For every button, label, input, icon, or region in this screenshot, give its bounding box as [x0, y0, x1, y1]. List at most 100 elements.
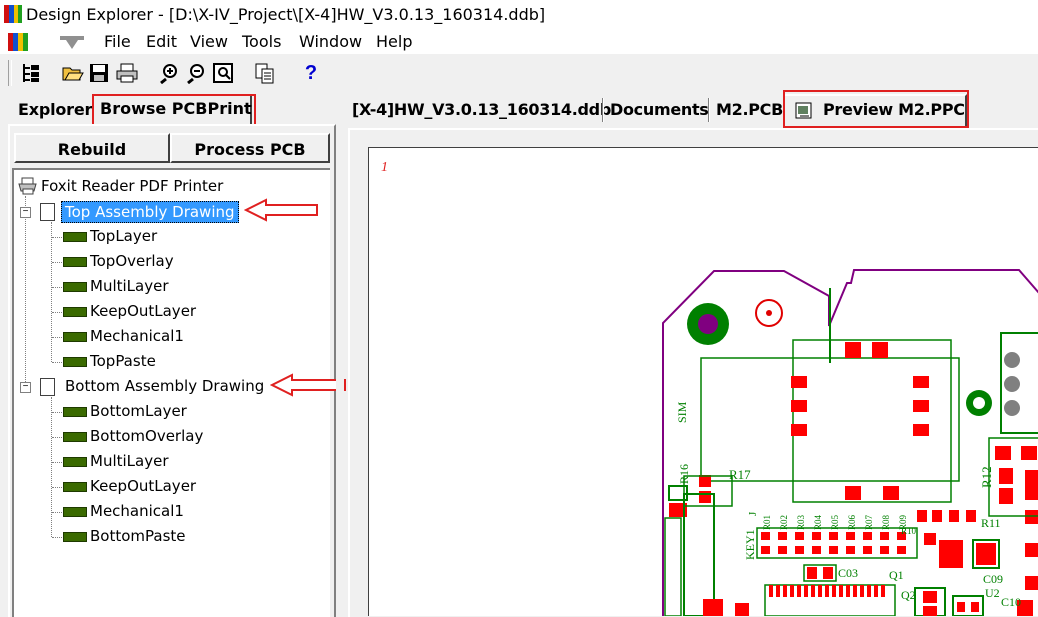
title-bar: Design Explorer - [D:\X-IV_Project\[X-4]…	[0, 0, 1038, 30]
preview-page[interactable]: 1 SIM R16 R17 R12 R11 R10 KEY1 J C03 C09…	[368, 147, 1038, 616]
tree-printer-label[interactable]: Foxit Reader PDF Printer	[41, 177, 223, 195]
menu-file[interactable]: File	[104, 32, 131, 51]
pad	[999, 468, 1013, 484]
silk-label: R09	[898, 514, 908, 530]
layer-icon	[63, 357, 87, 367]
pad	[845, 486, 861, 500]
layer-icon	[63, 282, 87, 292]
zoom-in-icon[interactable]	[158, 62, 180, 85]
layer-icon	[63, 307, 87, 317]
preview-doc-icon	[795, 102, 813, 120]
layer-icon	[63, 232, 87, 242]
tab-documents[interactable]: Documents	[610, 100, 709, 119]
print-icon[interactable]	[116, 62, 138, 84]
copy-icon[interactable]	[254, 62, 276, 84]
document-page-icon	[40, 203, 55, 221]
pcb-drawing	[662, 269, 1038, 616]
tab-documents-label: Documents	[610, 100, 709, 119]
rebuild-button[interactable]: Rebuild	[14, 133, 170, 163]
tab-m2-pcb-label: M2.PCB	[716, 100, 783, 119]
document-icon[interactable]	[8, 33, 28, 51]
process-pcb-button[interactable]: Process PCB	[170, 133, 330, 163]
tab-m2-pcb[interactable]: M2.PCB	[716, 100, 783, 119]
pad	[823, 567, 833, 579]
silk-label: R01	[762, 514, 772, 530]
tree-group-bottom-assembly[interactable]: Bottom Assembly Drawing	[65, 377, 264, 395]
tree-group-top-assembly[interactable]: Top Assembly Drawing	[61, 201, 239, 223]
pad	[699, 491, 711, 503]
pad	[845, 342, 861, 358]
silk-label: R16	[677, 463, 691, 484]
open-folder-icon[interactable]	[62, 62, 84, 84]
zoom-out-icon[interactable]	[185, 62, 207, 85]
pad	[791, 376, 807, 388]
arrow-down-icon[interactable]	[58, 36, 86, 50]
tree-layer-item[interactable]: BottomOverlay	[90, 427, 203, 445]
pad	[939, 540, 963, 568]
tab-preview-m2-ppc[interactable]: Preview M2.PPC	[783, 94, 967, 126]
menu-view-label: View	[190, 32, 228, 51]
tab-divider	[602, 98, 604, 122]
pad	[971, 602, 979, 612]
expand-bottom-group-icon[interactable]: −	[20, 382, 31, 393]
silk-label: R02	[779, 514, 789, 530]
layer-icon	[63, 507, 87, 517]
tree-layer-item[interactable]: KeepOutLayer	[90, 477, 196, 495]
pad	[703, 599, 723, 616]
pad	[966, 510, 976, 522]
process-pcb-button-label: Process PCB	[194, 140, 306, 159]
tree-layer-item[interactable]: Mechanical1	[90, 327, 184, 345]
pad	[949, 510, 959, 522]
menu-help[interactable]: Help	[376, 32, 412, 51]
menu-view[interactable]: View	[190, 32, 228, 51]
resistor-pads	[761, 532, 906, 554]
menu-window[interactable]: Window	[299, 32, 362, 51]
layer-icon	[63, 532, 87, 542]
help-icon[interactable]: ?	[300, 62, 322, 84]
tree-layer-item[interactable]: TopOverlay	[90, 252, 174, 270]
layer-icon	[63, 257, 87, 267]
zoom-fit-icon[interactable]	[212, 62, 234, 84]
help-icon-label: ?	[304, 62, 318, 84]
pad	[917, 510, 927, 522]
tree-layer-item[interactable]: MultiLayer	[90, 452, 169, 470]
window-title: Design Explorer - [D:\X-IV_Project\[X-4]…	[26, 5, 546, 24]
splitter[interactable]	[336, 92, 344, 615]
app-icon[interactable]	[4, 5, 22, 23]
silk-label: Q1	[889, 568, 904, 582]
menu-edit[interactable]: Edit	[146, 32, 177, 51]
pcbprint-tree: Foxit Reader PDF Printer − Top Assembly …	[12, 168, 346, 617]
tree-layer-item[interactable]: BottomPaste	[90, 527, 186, 545]
layer-icon	[63, 482, 87, 492]
menu-bar: File Edit View Tools Window Help	[0, 30, 1038, 54]
target-hole-center	[766, 310, 772, 316]
rebuild-button-label: Rebuild	[57, 140, 127, 159]
tab-explorer-label: Explorer	[18, 100, 93, 119]
via	[1004, 376, 1020, 392]
tree-layer-item[interactable]: KeepOutLayer	[90, 302, 196, 320]
pad	[1025, 576, 1038, 590]
pad	[923, 591, 937, 603]
expand-top-group-icon[interactable]: −	[20, 207, 31, 218]
tab-database[interactable]: [X-4]HW_V3.0.13_160314.ddb	[352, 100, 611, 119]
silk-label: R17	[729, 467, 751, 482]
pad	[957, 602, 965, 612]
silk-label: R04	[813, 514, 823, 530]
layer-icon	[63, 432, 87, 442]
tree-layer-item[interactable]: TopLayer	[90, 227, 157, 245]
pad	[913, 424, 929, 436]
menu-tools[interactable]: Tools	[242, 32, 281, 51]
tree-layer-item[interactable]: Mechanical1	[90, 502, 184, 520]
save-icon[interactable]	[88, 62, 110, 84]
via	[1004, 352, 1020, 368]
tree-layer-item[interactable]: BottomLayer	[90, 402, 187, 420]
left-tab-strip: Explorer Browse PCBPrint	[6, 94, 334, 126]
tree-layer-item[interactable]: MultiLayer	[90, 277, 169, 295]
tab-explorer[interactable]: Explorer	[18, 100, 92, 119]
silk-label: J	[747, 511, 759, 516]
pad	[699, 475, 711, 487]
tree-toggle-icon[interactable]	[20, 62, 42, 84]
via-hole	[973, 397, 985, 409]
tab-browse-pcbprint[interactable]: Browse PCBPrint	[92, 94, 252, 124]
tree-layer-item[interactable]: TopPaste	[90, 352, 156, 370]
